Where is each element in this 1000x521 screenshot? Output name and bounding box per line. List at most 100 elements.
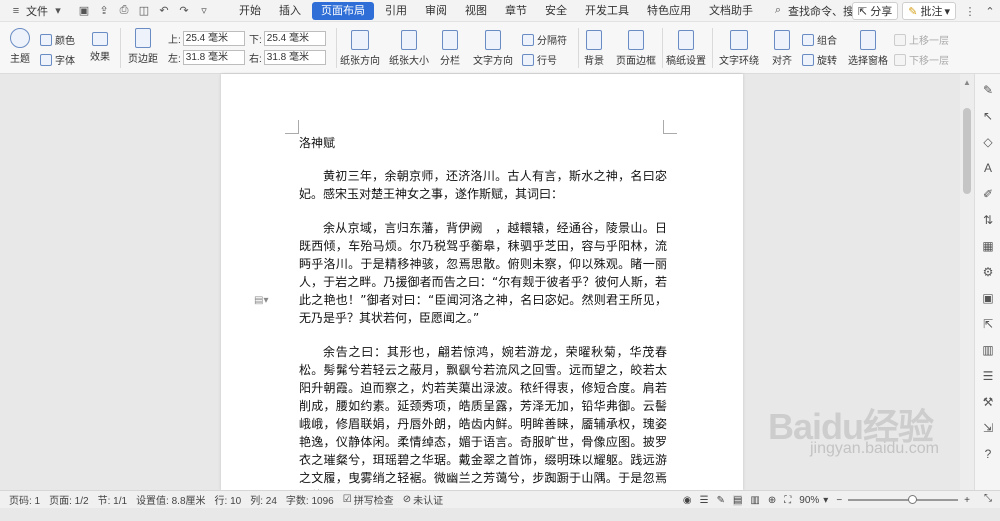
export-icon[interactable]: ⇪ <box>96 3 112 19</box>
size-button[interactable]: 纸张大小 <box>386 30 432 67</box>
tab-developer[interactable]: 开发工具 <box>576 0 638 22</box>
outline-view-icon[interactable]: ☰ <box>700 495 709 506</box>
redo-icon[interactable]: ↷ <box>176 3 192 19</box>
background-button[interactable]: 背景 <box>582 30 606 67</box>
auth-icon[interactable]: ⊘ <box>403 494 411 505</box>
tab-security[interactable]: 安全 <box>536 0 576 22</box>
zoom-out-icon[interactable]: − <box>836 495 842 506</box>
draft-settings-button[interactable]: 稿纸设置 <box>664 30 708 67</box>
web-view-icon[interactable]: ⊕ <box>768 495 776 506</box>
preview-icon[interactable]: ◫ <box>136 3 152 19</box>
resize-icon[interactable]: ⤡ <box>984 493 992 504</box>
chevron-down-icon[interactable]: ▾ <box>823 495 828 506</box>
image-icon[interactable]: ▣ <box>980 290 996 306</box>
comment-button[interactable]: ✎ 批注 ▾ <box>902 2 956 20</box>
tab-features[interactable]: 特色应用 <box>638 0 700 22</box>
position-setting[interactable]: 设置值: 8.8厘米 <box>136 492 205 507</box>
margin-left-field[interactable]: 左: 31.8 毫米 <box>168 50 245 65</box>
scroll-up-icon[interactable]: ▲ <box>963 78 971 87</box>
row-indicator[interactable]: 行: 10 <box>215 492 242 507</box>
zoom-slider-knob[interactable] <box>908 495 918 504</box>
spell-check-icon[interactable]: ☑ <box>343 494 352 505</box>
effects-button[interactable]: 效果 <box>86 32 114 63</box>
customize-icon[interactable]: ▿ <box>196 3 212 19</box>
eye-icon[interactable]: ◉ <box>683 495 692 506</box>
help-icon[interactable]: ? <box>980 446 996 462</box>
page-border-button[interactable]: 页面边框 <box>614 30 658 67</box>
tab-home[interactable]: 开始 <box>230 0 270 22</box>
zoom-level[interactable]: 90% <box>799 495 819 506</box>
spell-check-label[interactable]: 拼写检查 <box>354 492 394 507</box>
breaks-button[interactable]: 分隔符 <box>522 32 567 47</box>
fonts-button[interactable]: 字体 <box>40 52 75 67</box>
margin-right-input[interactable]: 31.8 毫米 <box>263 50 326 65</box>
word-count[interactable]: 字数: 1096 <box>286 492 334 507</box>
fullscreen-icon[interactable]: ⛶ <box>784 495 791 506</box>
adjust-icon[interactable]: ⇅ <box>980 212 996 228</box>
style-icon[interactable]: A <box>980 160 996 176</box>
send-backward-button[interactable]: 下移一层 <box>894 52 949 67</box>
collapse-ribbon-icon[interactable]: ⌃ <box>982 3 998 19</box>
margin-right-field[interactable]: 右: 31.8 毫米 <box>249 50 326 65</box>
tab-chapter[interactable]: 章节 <box>496 0 536 22</box>
margin-top-field[interactable]: 上: 25.4 毫米 <box>168 31 245 46</box>
section-indicator[interactable]: 节: 1/1 <box>98 492 127 507</box>
orientation-button[interactable]: 纸张方向 <box>338 30 382 67</box>
margin-left-input[interactable]: 31.8 毫米 <box>182 50 245 65</box>
rotate-button[interactable]: 旋转 <box>802 52 837 67</box>
bring-forward-button[interactable]: 上移一层 <box>894 32 949 47</box>
tools-icon[interactable]: ⚒ <box>980 394 996 410</box>
save-icon[interactable]: ▣ <box>76 3 92 19</box>
colors-button[interactable]: 颜色 <box>40 32 75 47</box>
edit-icon[interactable]: ✎ <box>980 82 996 98</box>
align-button[interactable]: 对齐 <box>766 30 798 67</box>
page-count[interactable]: 页面: 1/2 <box>49 492 88 507</box>
share-icon: ⇱ <box>858 5 868 18</box>
settings-icon[interactable]: ⚙ <box>980 264 996 280</box>
margins-button[interactable]: 页边距 <box>126 28 160 65</box>
paragraph: 余从京域，言归东藩，背伊阙 ，越轘辕，经通谷，陵景山。日既西倾，车殆马烦。尔乃税… <box>299 221 667 325</box>
tab-doc-assistant[interactable]: 文档助手 <box>700 0 762 22</box>
paragraph-layout-icon[interactable]: ▤▾ <box>254 295 268 306</box>
line-numbers-button[interactable]: 行号 <box>522 52 557 67</box>
tab-page-layout[interactable]: 页面布局 <box>312 1 374 20</box>
margin-bottom-input[interactable]: 25.4 毫米 <box>263 31 326 46</box>
column-icon[interactable]: ▥ <box>980 342 996 358</box>
more-icon[interactable]: ⋮ <box>962 3 978 19</box>
tab-references[interactable]: 引用 <box>376 0 416 22</box>
print-icon[interactable]: ⎙ <box>116 3 132 19</box>
file-menu[interactable]: ≡ 文件 ▾ <box>0 0 74 22</box>
tab-insert[interactable]: 插入 <box>270 0 310 22</box>
theme-button[interactable]: 主题 <box>6 28 34 65</box>
zoom-in-icon[interactable]: + <box>964 495 970 506</box>
text-direction-button[interactable]: 文字方向 <box>470 30 516 67</box>
tab-view[interactable]: 视图 <box>456 0 496 22</box>
selection-pane-button[interactable]: 选择窗格 <box>848 30 888 67</box>
auth-label[interactable]: 未认证 <box>413 492 443 507</box>
columns-button[interactable]: 分栏 <box>436 30 464 67</box>
document-page[interactable]: 洛神赋 黄初三年，余朝京师，还济洛川。古人有言，斯水之神，名曰宓妃。感宋玉对楚王… <box>221 74 743 503</box>
list-icon[interactable]: ☰ <box>980 368 996 384</box>
zoom-slider[interactable] <box>848 495 959 504</box>
share-button[interactable]: ⇱ 分享 <box>852 2 899 20</box>
tab-review[interactable]: 审阅 <box>416 0 456 22</box>
share-icon[interactable]: ⇱ <box>980 316 996 332</box>
document-body[interactable]: 洛神赋 黄初三年，余朝京师，还济洛川。古人有言，斯水之神，名曰宓妃。感宋玉对楚王… <box>299 134 667 521</box>
page-code[interactable]: 页码: 1 <box>9 492 40 507</box>
wrap-text-button[interactable]: 文字环绕 <box>716 30 762 67</box>
scrollbar-thumb[interactable] <box>963 108 971 194</box>
column-indicator[interactable]: 列: 24 <box>250 492 277 507</box>
pointer-icon[interactable]: ↖ <box>980 108 996 124</box>
page-view-icon[interactable]: ▤ <box>732 494 743 506</box>
margin-top-input[interactable]: 25.4 毫米 <box>182 31 245 46</box>
shapes-icon[interactable]: ◇ <box>980 134 996 150</box>
margin-bottom-field[interactable]: 下: 25.4 毫米 <box>249 31 326 46</box>
group-button[interactable]: 组合 <box>802 32 837 47</box>
pen-icon[interactable]: ✐ <box>980 186 996 202</box>
read-view-icon[interactable]: ▥ <box>750 495 759 506</box>
export-icon[interactable]: ⇲ <box>980 420 996 436</box>
grid-icon[interactable]: ▦ <box>980 238 996 254</box>
vertical-scrollbar[interactable]: ▲ <box>960 74 974 490</box>
edit-view-icon[interactable]: ✎ <box>717 495 725 506</box>
undo-icon[interactable]: ↶ <box>156 3 172 19</box>
